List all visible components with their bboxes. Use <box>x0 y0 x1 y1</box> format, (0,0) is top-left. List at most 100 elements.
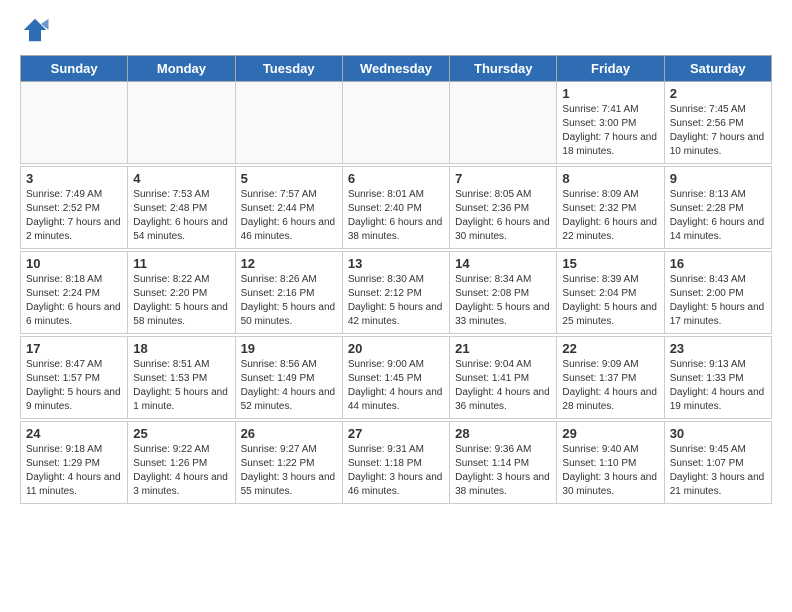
calendar-cell: 13Sunrise: 8:30 AM Sunset: 2:12 PM Dayli… <box>342 252 449 334</box>
day-info: Sunrise: 9:27 AM Sunset: 1:22 PM Dayligh… <box>241 443 337 499</box>
day-number: 22 <box>562 341 658 356</box>
day-info: Sunrise: 9:04 AM Sunset: 1:41 PM Dayligh… <box>455 358 551 414</box>
day-info: Sunrise: 7:45 AM Sunset: 2:56 PM Dayligh… <box>670 103 766 159</box>
day-number: 15 <box>562 256 658 271</box>
calendar-body: 1 Sunrise: 7:41 AM Sunset: 3:00 PM Daylig… <box>21 82 772 504</box>
day-number: 23 <box>670 341 766 356</box>
day-number: 30 <box>670 426 766 441</box>
day-number: 1 <box>562 86 658 101</box>
calendar-header-monday: Monday <box>128 56 235 82</box>
calendar-cell: 11Sunrise: 8:22 AM Sunset: 2:20 PM Dayli… <box>128 252 235 334</box>
day-info: Sunrise: 9:13 AM Sunset: 1:33 PM Dayligh… <box>670 358 766 414</box>
calendar-cell: 10 Sunrise: 8:18 AM Sunset: 2:24 PM Dayli… <box>21 252 128 334</box>
day-number: 24 <box>26 426 122 441</box>
day-info: Sunrise: 7:49 AM Sunset: 2:52 PM Dayligh… <box>26 188 122 244</box>
calendar-cell: 26 Sunrise: 9:27 AM Sunset: 1:22 PM Dayli… <box>235 422 342 504</box>
calendar-cell: 22 Sunrise: 9:09 AM Sunset: 1:37 PM Dayli… <box>557 337 664 419</box>
day-info: Sunrise: 7:41 AM Sunset: 3:00 PM Dayligh… <box>562 103 658 159</box>
calendar-header-wednesday: Wednesday <box>342 56 449 82</box>
day-number: 2 <box>670 86 766 101</box>
calendar-cell: 24 Sunrise: 9:18 AM Sunset: 1:29 PM Dayli… <box>21 422 128 504</box>
day-number: 12 <box>241 256 337 271</box>
day-info: Sunrise: 8:13 AM Sunset: 2:28 PM Dayligh… <box>670 188 766 244</box>
logo <box>20 15 55 45</box>
day-info: Sunrise: 7:53 AM Sunset: 2:48 PM Dayligh… <box>133 188 229 244</box>
calendar-cell: 29 Sunrise: 9:40 AM Sunset: 1:10 PM Dayli… <box>557 422 664 504</box>
calendar-cell: 16 Sunrise: 8:43 AM Sunset: 2:00 PM Dayli… <box>664 252 771 334</box>
day-info: Sunrise: 8:01 AM Sunset: 2:40 PM Dayligh… <box>348 188 444 244</box>
day-number: 7 <box>455 171 551 186</box>
calendar-cell: 23 Sunrise: 9:13 AM Sunset: 1:33 PM Dayli… <box>664 337 771 419</box>
day-info: Sunrise: 8:22 AM Sunset: 2:20 PM Dayligh… <box>133 273 229 329</box>
calendar-header-row: SundayMondayTuesdayWednesdayThursdayFrid… <box>21 56 772 82</box>
day-info: Sunrise: 8:18 AM Sunset: 2:24 PM Dayligh… <box>26 273 122 329</box>
day-info: Sunrise: 9:45 AM Sunset: 1:07 PM Dayligh… <box>670 443 766 499</box>
calendar-cell: 6 Sunrise: 8:01 AM Sunset: 2:40 PM Daylig… <box>342 167 449 249</box>
logo-icon <box>20 15 50 45</box>
day-number: 14 <box>455 256 551 271</box>
calendar-cell: 30 Sunrise: 9:45 AM Sunset: 1:07 PM Dayli… <box>664 422 771 504</box>
day-number: 21 <box>455 341 551 356</box>
calendar-cell <box>342 82 449 164</box>
day-number: 29 <box>562 426 658 441</box>
calendar-cell: 25 Sunrise: 9:22 AM Sunset: 1:26 PM Dayli… <box>128 422 235 504</box>
day-info: Sunrise: 9:36 AM Sunset: 1:14 PM Dayligh… <box>455 443 551 499</box>
calendar-cell: 3Sunrise: 7:49 AM Sunset: 2:52 PM Daylig… <box>21 167 128 249</box>
calendar-cell: 7 Sunrise: 8:05 AM Sunset: 2:36 PM Daylig… <box>450 167 557 249</box>
day-number: 10 <box>26 256 122 271</box>
day-number: 18 <box>133 341 229 356</box>
header <box>20 15 772 45</box>
day-info: Sunrise: 8:43 AM Sunset: 2:00 PM Dayligh… <box>670 273 766 329</box>
day-number: 4 <box>133 171 229 186</box>
day-number: 20 <box>348 341 444 356</box>
calendar-header-tuesday: Tuesday <box>235 56 342 82</box>
day-info: Sunrise: 8:56 AM Sunset: 1:49 PM Dayligh… <box>241 358 337 414</box>
day-number: 5 <box>241 171 337 186</box>
day-info: Sunrise: 8:39 AM Sunset: 2:04 PM Dayligh… <box>562 273 658 329</box>
calendar-cell: 8Sunrise: 8:09 AM Sunset: 2:32 PM Daylig… <box>557 167 664 249</box>
day-number: 25 <box>133 426 229 441</box>
calendar-header-thursday: Thursday <box>450 56 557 82</box>
calendar-cell: 20 Sunrise: 9:00 AM Sunset: 1:45 PM Dayli… <box>342 337 449 419</box>
day-info: Sunrise: 9:40 AM Sunset: 1:10 PM Dayligh… <box>562 443 658 499</box>
day-number: 16 <box>670 256 766 271</box>
calendar-header-sunday: Sunday <box>21 56 128 82</box>
day-info: Sunrise: 8:34 AM Sunset: 2:08 PM Dayligh… <box>455 273 551 329</box>
day-number: 26 <box>241 426 337 441</box>
day-info: Sunrise: 8:26 AM Sunset: 2:16 PM Dayligh… <box>241 273 337 329</box>
day-info: Sunrise: 9:18 AM Sunset: 1:29 PM Dayligh… <box>26 443 122 499</box>
day-info: Sunrise: 8:51 AM Sunset: 1:53 PM Dayligh… <box>133 358 229 414</box>
day-info: Sunrise: 9:31 AM Sunset: 1:18 PM Dayligh… <box>348 443 444 499</box>
page: SundayMondayTuesdayWednesdayThursdayFrid… <box>0 0 792 612</box>
calendar-cell: 9 Sunrise: 8:13 AM Sunset: 2:28 PM Daylig… <box>664 167 771 249</box>
calendar-cell: 2 Sunrise: 7:45 AM Sunset: 2:56 PM Daylig… <box>664 82 771 164</box>
calendar: SundayMondayTuesdayWednesdayThursdayFrid… <box>20 55 772 504</box>
calendar-cell: 1 Sunrise: 7:41 AM Sunset: 3:00 PM Daylig… <box>557 82 664 164</box>
calendar-cell: 17Sunrise: 8:47 AM Sunset: 1:57 PM Dayli… <box>21 337 128 419</box>
calendar-cell <box>21 82 128 164</box>
calendar-cell: 15 Sunrise: 8:39 AM Sunset: 2:04 PM Dayli… <box>557 252 664 334</box>
day-number: 27 <box>348 426 444 441</box>
day-info: Sunrise: 9:00 AM Sunset: 1:45 PM Dayligh… <box>348 358 444 414</box>
calendar-cell <box>450 82 557 164</box>
calendar-cell: 19 Sunrise: 8:56 AM Sunset: 1:49 PM Dayli… <box>235 337 342 419</box>
day-number: 19 <box>241 341 337 356</box>
calendar-cell: 12 Sunrise: 8:26 AM Sunset: 2:16 PM Dayli… <box>235 252 342 334</box>
calendar-week-5: 24 Sunrise: 9:18 AM Sunset: 1:29 PM Dayli… <box>21 422 772 504</box>
calendar-week-2: 3Sunrise: 7:49 AM Sunset: 2:52 PM Daylig… <box>21 167 772 249</box>
day-info: Sunrise: 8:05 AM Sunset: 2:36 PM Dayligh… <box>455 188 551 244</box>
calendar-cell <box>128 82 235 164</box>
day-info: Sunrise: 8:30 AM Sunset: 2:12 PM Dayligh… <box>348 273 444 329</box>
calendar-header-friday: Friday <box>557 56 664 82</box>
day-info: Sunrise: 7:57 AM Sunset: 2:44 PM Dayligh… <box>241 188 337 244</box>
calendar-cell: 5 Sunrise: 7:57 AM Sunset: 2:44 PM Daylig… <box>235 167 342 249</box>
day-number: 17 <box>26 341 122 356</box>
day-number: 6 <box>348 171 444 186</box>
day-number: 28 <box>455 426 551 441</box>
day-info: Sunrise: 9:22 AM Sunset: 1:26 PM Dayligh… <box>133 443 229 499</box>
calendar-cell: 14 Sunrise: 8:34 AM Sunset: 2:08 PM Dayli… <box>450 252 557 334</box>
day-number: 9 <box>670 171 766 186</box>
day-info: Sunrise: 9:09 AM Sunset: 1:37 PM Dayligh… <box>562 358 658 414</box>
calendar-cell: 4 Sunrise: 7:53 AM Sunset: 2:48 PM Daylig… <box>128 167 235 249</box>
calendar-cell: 21 Sunrise: 9:04 AM Sunset: 1:41 PM Dayli… <box>450 337 557 419</box>
